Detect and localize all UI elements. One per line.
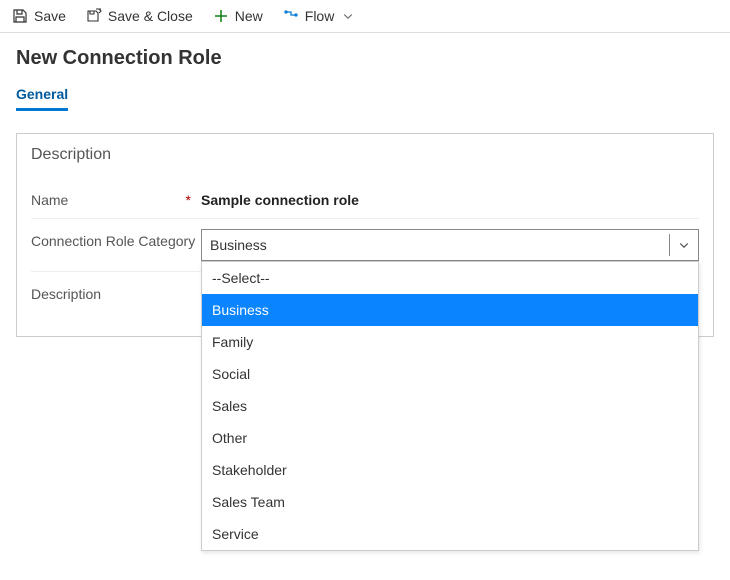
required-marker: * (186, 192, 191, 208)
tab-bar: General (16, 80, 714, 111)
category-option-placeholder[interactable]: --Select-- (202, 262, 698, 294)
row-category: Connection Role Category Business --Sele… (31, 219, 699, 272)
save-and-close-button[interactable]: Save & Close (86, 8, 193, 24)
flow-icon (283, 8, 299, 24)
label-description: Description (31, 286, 101, 302)
new-label: New (235, 8, 263, 24)
section-title: Description (31, 146, 699, 164)
category-dropdown: --Select--BusinessFamilySocialSalesOther… (201, 261, 699, 551)
chevron-down-icon (340, 8, 356, 24)
save-icon (12, 8, 28, 24)
label-name: Name (31, 192, 68, 208)
name-field[interactable]: Sample connection role (201, 188, 699, 208)
chevron-down-icon (669, 234, 690, 256)
new-button[interactable]: New (213, 8, 263, 24)
flow-button[interactable]: Flow (283, 8, 357, 24)
page-title: New Connection Role (16, 47, 714, 70)
save-close-icon (86, 8, 102, 24)
save-button[interactable]: Save (12, 8, 66, 24)
page-header: New Connection Role General (0, 33, 730, 115)
command-bar: Save Save & Close New Flow (0, 0, 730, 33)
category-option[interactable]: Other (202, 422, 698, 454)
flow-label: Flow (305, 8, 335, 24)
category-option[interactable]: Sales Team (202, 486, 698, 518)
save-label: Save (34, 8, 66, 24)
category-option[interactable]: Business (202, 294, 698, 326)
category-option[interactable]: Service (202, 518, 698, 550)
row-name: Name * Sample connection role (31, 178, 699, 219)
category-selected-value: Business (210, 237, 267, 253)
tab-general[interactable]: General (16, 80, 68, 111)
category-option[interactable]: Stakeholder (202, 454, 698, 486)
category-option[interactable]: Sales (202, 390, 698, 422)
plus-icon (213, 8, 229, 24)
save-close-label: Save & Close (108, 8, 193, 24)
category-combobox[interactable]: Business (201, 229, 699, 261)
category-option[interactable]: Social (202, 358, 698, 390)
label-category: Connection Role Category (31, 233, 195, 249)
description-section: Description Name * Sample connection rol… (16, 133, 714, 337)
category-option[interactable]: Family (202, 326, 698, 358)
